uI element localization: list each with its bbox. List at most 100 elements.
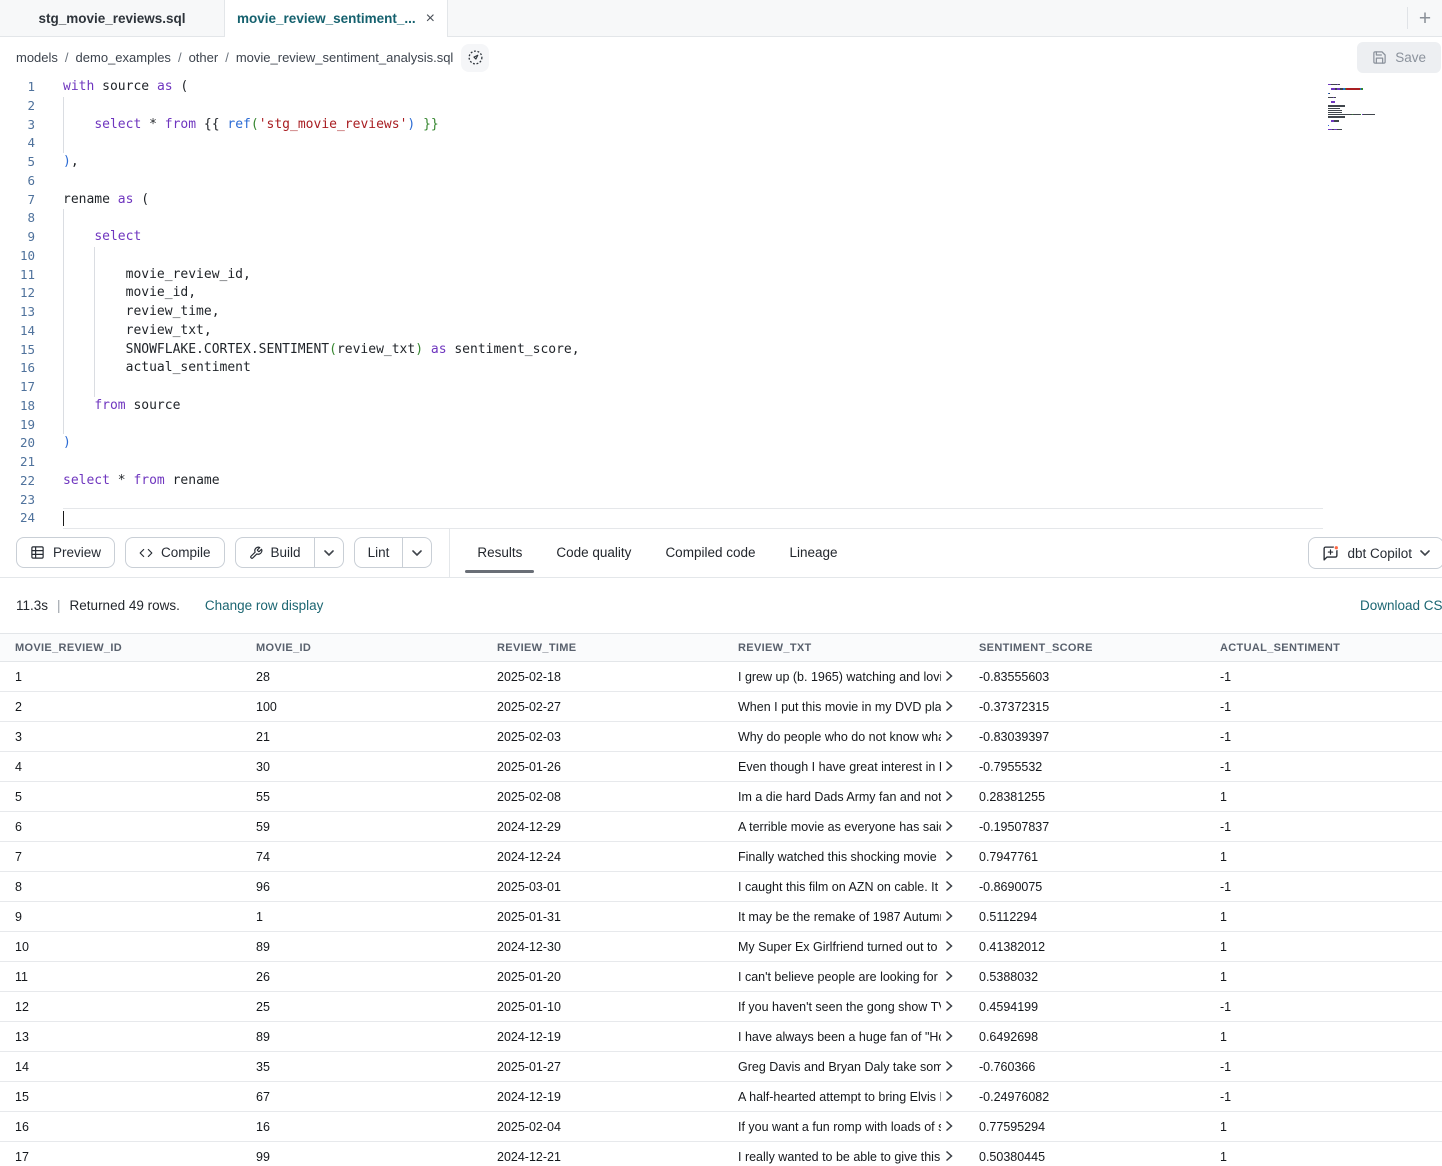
code-line[interactable]: 22select * from rename xyxy=(0,472,1323,491)
cell-review-txt: My Super Ex Girlfriend turned out to b… xyxy=(723,939,964,954)
chevron-right-icon[interactable] xyxy=(945,670,953,682)
compile-button[interactable]: Compile xyxy=(125,537,225,568)
chevron-right-icon[interactable] xyxy=(945,970,953,982)
code-line[interactable]: 24 xyxy=(0,509,1323,528)
cell-review-txt: Even though I have great interest in Bi… xyxy=(723,759,964,774)
tab-code-quality[interactable]: Code quality xyxy=(556,528,631,578)
tab-stg-movie-reviews[interactable]: stg_movie_reviews.sql xyxy=(0,0,224,36)
dbt-copilot-button[interactable]: dbt Copilot xyxy=(1308,537,1442,569)
column-header: MOVIE_ID xyxy=(241,642,482,654)
chevron-right-icon[interactable] xyxy=(945,820,953,832)
tab-compiled-code[interactable]: Compiled code xyxy=(665,528,755,578)
code-line[interactable]: 21 xyxy=(0,453,1323,472)
editor-minimap[interactable] xyxy=(1326,80,1400,139)
code-line[interactable]: 19 xyxy=(0,416,1323,435)
tab-label: Code quality xyxy=(556,545,631,560)
chevron-right-icon[interactable] xyxy=(945,1120,953,1132)
code-line[interactable]: 14 review_txt, xyxy=(0,322,1323,341)
download-csv-link[interactable]: Download CSV xyxy=(1360,598,1442,613)
code-line[interactable]: 13 review_time, xyxy=(0,303,1323,322)
cell-review-txt: If you want a fun romp with loads of s… xyxy=(723,1119,964,1134)
indent-guide xyxy=(63,322,64,341)
code-line[interactable]: 6 xyxy=(0,172,1323,191)
code-line[interactable]: 1with source as ( xyxy=(0,78,1323,97)
chevron-right-icon[interactable] xyxy=(945,760,953,772)
cell-movie-id: 100 xyxy=(241,700,482,714)
code-line[interactable]: 23 xyxy=(0,491,1323,510)
code-line[interactable]: 7rename as ( xyxy=(0,191,1323,210)
chevron-right-icon[interactable] xyxy=(945,910,953,922)
review-text: Finally watched this shocking movie la… xyxy=(738,850,941,864)
code-area[interactable]: 1with source as (23 select * from {{ ref… xyxy=(0,78,1323,528)
cell-review-time: 2025-02-27 xyxy=(482,700,723,714)
line-number: 17 xyxy=(0,378,35,397)
chevron-right-icon[interactable] xyxy=(945,790,953,802)
breadcrumb-segment: other xyxy=(189,50,219,65)
table-row: 10 89 2024-12-30 My Super Ex Girlfriend … xyxy=(0,932,1442,962)
cell-sentiment-score: -0.8690075 xyxy=(964,880,1205,894)
chevron-right-icon[interactable] xyxy=(945,700,953,712)
indent-guide xyxy=(94,322,95,341)
table-row: 6 59 2024-12-29 A terrible movie as ever… xyxy=(0,812,1442,842)
code-line[interactable]: 11 movie_review_id, xyxy=(0,266,1323,285)
code-line[interactable]: 18 from source xyxy=(0,397,1323,416)
code-line[interactable]: 9 select xyxy=(0,228,1323,247)
code-line[interactable]: 15 SNOWFLAKE.CORTEX.SENTIMENT(review_txt… xyxy=(0,341,1323,360)
review-text: I have always been a huge fan of "Hom… xyxy=(738,1030,941,1044)
chevron-right-icon[interactable] xyxy=(945,1000,953,1012)
tab-movie-review-sentiment[interactable]: movie_review_sentiment_... × xyxy=(224,0,448,37)
code-line[interactable]: 3 select * from {{ ref('stg_movie_review… xyxy=(0,116,1323,135)
cell-movie-review-id: 8 xyxy=(0,880,241,894)
code-line[interactable]: 2 xyxy=(0,97,1323,116)
sql-code-editor[interactable]: 1with source as (23 select * from {{ ref… xyxy=(0,78,1442,528)
save-button[interactable]: Save xyxy=(1357,42,1441,73)
line-number: 18 xyxy=(0,397,35,416)
table-row: 8 96 2025-03-01 I caught this film on AZ… xyxy=(0,872,1442,902)
table-row: 7 74 2024-12-24 Finally watched this sho… xyxy=(0,842,1442,872)
breadcrumb-segment: models xyxy=(16,50,58,65)
line-number: 7 xyxy=(0,191,35,210)
chevron-right-icon[interactable] xyxy=(945,850,953,862)
chevron-right-icon[interactable] xyxy=(945,730,953,742)
change-row-display-link[interactable]: Change row display xyxy=(205,598,324,613)
code-line[interactable]: 16 actual_sentiment xyxy=(0,359,1323,378)
cell-actual-sentiment: -1 xyxy=(1205,880,1442,894)
code-line[interactable]: 20) xyxy=(0,434,1323,453)
review-text: Im a die hard Dads Army fan and nothi… xyxy=(738,790,941,804)
cell-movie-review-id: 16 xyxy=(0,1120,241,1134)
code-line[interactable]: 8 xyxy=(0,209,1323,228)
code-line[interactable]: 10 xyxy=(0,247,1323,266)
cell-actual-sentiment: 1 xyxy=(1205,1120,1442,1134)
cell-sentiment-score: 0.6492698 xyxy=(964,1030,1205,1044)
close-icon[interactable]: × xyxy=(426,11,435,27)
chevron-right-icon[interactable] xyxy=(945,1060,953,1072)
preview-button[interactable]: Preview xyxy=(16,537,115,568)
code-line[interactable]: 12 movie_id, xyxy=(0,284,1323,303)
breadcrumb-bar: models / demo_examples / other / movie_r… xyxy=(0,37,1442,78)
chevron-right-icon[interactable] xyxy=(945,1150,953,1162)
plus-icon[interactable]: + xyxy=(1408,8,1442,29)
build-dropdown-button[interactable] xyxy=(314,538,343,567)
line-number: 8 xyxy=(0,209,35,228)
cell-review-time: 2025-01-31 xyxy=(482,910,723,924)
code-line[interactable]: 5), xyxy=(0,153,1323,172)
code-line[interactable]: 4 xyxy=(0,134,1323,153)
code-line[interactable]: 17 xyxy=(0,378,1323,397)
compass-icon[interactable] xyxy=(461,44,489,72)
line-number: 19 xyxy=(0,416,35,435)
chevron-right-icon[interactable] xyxy=(945,1030,953,1042)
cell-review-time: 2025-01-27 xyxy=(482,1060,723,1074)
copilot-label: dbt Copilot xyxy=(1347,546,1412,561)
chevron-right-icon[interactable] xyxy=(945,1090,953,1102)
lint-button[interactable]: Lint xyxy=(355,538,403,567)
cell-actual-sentiment: 1 xyxy=(1205,970,1442,984)
chevron-right-icon[interactable] xyxy=(945,940,953,952)
tab-results[interactable]: Results xyxy=(477,528,522,578)
review-text: If you want a fun romp with loads of s… xyxy=(738,1120,941,1134)
lint-dropdown-button[interactable] xyxy=(402,538,431,567)
chevron-right-icon[interactable] xyxy=(945,880,953,892)
build-label: Build xyxy=(271,545,301,560)
cell-review-time: 2025-02-18 xyxy=(482,670,723,684)
tab-lineage[interactable]: Lineage xyxy=(790,528,838,578)
build-button[interactable]: Build xyxy=(236,538,314,567)
